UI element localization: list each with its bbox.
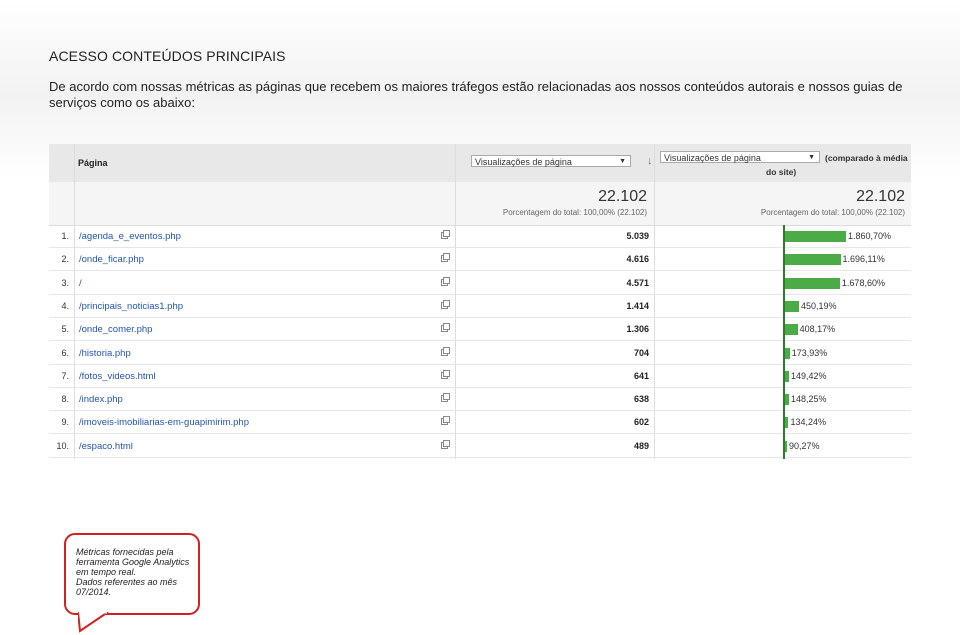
callout-tail-icon <box>78 612 109 633</box>
page-link[interactable]: / <box>79 278 82 289</box>
page-views: 4.616 <box>626 254 649 265</box>
note-line: em tempo real. <box>76 567 137 577</box>
page-views: 704 <box>633 347 649 358</box>
row-index: 7. <box>61 370 69 381</box>
open-external-icon[interactable] <box>441 323 450 333</box>
comparison-percent: 450,19% <box>801 300 837 311</box>
table-row: 4. /principais_noticias1.php 1.414 450,19% <box>49 295 911 318</box>
open-external-icon[interactable] <box>441 299 450 309</box>
page-link[interactable]: /imoveis-imobiliarias-em-guapimirim.php <box>79 417 249 428</box>
page-link[interactable]: /agenda_e_eventos.php <box>79 231 181 242</box>
page-link[interactable]: /historia.php <box>79 348 131 359</box>
note-line: Dados referentes ao mês <box>76 577 178 587</box>
comparison-percent: 1.696,11% <box>842 254 885 265</box>
comparison-percent: 408,17% <box>799 324 836 335</box>
comparison-bar <box>784 231 846 242</box>
compare-label-line2: do site) <box>766 167 797 177</box>
table-row: 7. /fotos_videos.html 641 149,42% <box>49 365 911 388</box>
row-index: 6. <box>61 347 69 358</box>
page-link[interactable]: /onde_ficar.php <box>79 254 144 265</box>
compare-select-value: Visualizações de página <box>664 153 761 163</box>
page-link[interactable]: /index.php <box>79 394 123 405</box>
page-views: 641 <box>633 370 649 381</box>
row-index: 3. <box>61 277 69 288</box>
open-external-icon[interactable] <box>441 369 450 379</box>
comparison-percent: 1.860,70% <box>848 231 892 241</box>
column-header-page: Página <box>78 158 108 168</box>
note-callout: Métricas fornecidas pela ferramenta Goog… <box>64 533 200 615</box>
page-views: 1.306 <box>626 324 649 335</box>
note-line: 07/2014. <box>76 587 112 597</box>
note-text: Métricas fornecidas pela ferramenta Goog… <box>76 547 200 597</box>
page-link[interactable]: /principais_noticias1.php <box>79 301 183 312</box>
open-external-icon[interactable] <box>441 230 450 239</box>
comparison-percent: 90,27% <box>789 440 820 451</box>
table-row: 9. /imoveis-imobiliarias-em-guapimirim.ph… <box>49 411 911 435</box>
page-views: 1.414 <box>626 300 649 311</box>
table-row: 6. /historia.php 704 173,93% <box>49 342 911 365</box>
total-views-subtitle: Porcentagem do total: 100,00% (22.102) <box>502 208 647 217</box>
table-row: 5. /onde_comer.php 1.306 408,17% <box>49 318 911 342</box>
comparison-percent: 149,42% <box>790 370 827 381</box>
compare-label: (comparado à média <box>825 153 908 163</box>
comparison-percent: 148,25% <box>790 394 827 405</box>
open-external-icon[interactable] <box>441 416 450 426</box>
comparison-percent: 173,93% <box>791 347 828 358</box>
open-external-icon[interactable] <box>441 439 450 449</box>
page-heading: ACESSO CONTEÚDOS PRINCIPAIS <box>49 48 286 64</box>
intro-paragraph: De acordo com nossas métricas as páginas… <box>49 79 903 110</box>
open-external-icon[interactable] <box>441 346 450 356</box>
row-index: 10. <box>56 440 69 451</box>
metric-select[interactable]: Visualizações de página ▼ <box>471 155 631 167</box>
open-external-icon[interactable] <box>441 393 450 403</box>
compare-select[interactable]: Visualizações de página ▼ <box>660 151 820 163</box>
page-link[interactable]: /onde_comer.php <box>79 324 152 335</box>
table-row: 1. /agenda_e_eventos.php 5.039 1.860,70% <box>49 225 911 248</box>
table-row: 8. /index.php 638 148,25% <box>49 388 911 412</box>
total-views: 22.102 <box>598 188 647 205</box>
row-index: 8. <box>61 394 69 405</box>
page-views: 602 <box>633 417 649 428</box>
page-views: 489 <box>633 440 649 451</box>
comparison-bar <box>784 300 799 312</box>
table-row: 2. /onde_ficar.php 4.616 1.696,11% <box>49 248 911 272</box>
total-views-compare: 22.102 <box>856 188 905 205</box>
table-row: 10. /espaco.html 489 90,27% <box>49 435 911 458</box>
comparison-bar <box>784 254 841 266</box>
table-row: 3. / 4.571 1.678,60% <box>49 272 911 295</box>
page-views: 4.571 <box>626 277 649 288</box>
page-link[interactable]: /espaco.html <box>79 441 133 452</box>
comparison-axis-line <box>783 225 785 459</box>
table-header: Página Visualizações de página ▼ ↓ Visua… <box>49 144 911 182</box>
comparison-bar <box>784 324 798 336</box>
row-index: 2. <box>61 254 69 265</box>
dropdown-caret-icon: ▼ <box>808 154 815 161</box>
analytics-table: Página Visualizações de página ▼ ↓ Visua… <box>49 144 911 459</box>
comparison-bar <box>784 277 840 289</box>
page-views: 5.039 <box>626 231 649 241</box>
totals-row: 22.102 Porcentagem do total: 100,00% (22… <box>49 182 911 226</box>
dropdown-caret-icon: ▼ <box>619 158 626 165</box>
comparison-percent: 1.678,60% <box>841 277 885 288</box>
sort-descending-icon[interactable]: ↓ <box>647 155 653 167</box>
row-index: 4. <box>61 300 69 311</box>
metric-select-value: Visualizações de página <box>475 157 572 167</box>
page-link[interactable]: /fotos_videos.html <box>79 371 156 382</box>
note-line: Métricas fornecidas pela <box>76 547 174 557</box>
row-index: 9. <box>61 417 69 428</box>
total-views-compare-subtitle: Porcentagem do total: 100,00% (22.102) <box>760 208 905 217</box>
open-external-icon[interactable] <box>441 276 450 286</box>
page-views: 638 <box>633 394 649 405</box>
row-index: 1. <box>61 231 69 241</box>
open-external-icon[interactable] <box>441 253 450 263</box>
note-line: ferramenta Google Analytics <box>76 557 190 567</box>
comparison-percent: 134,24% <box>790 417 826 428</box>
row-index: 5. <box>61 324 69 335</box>
